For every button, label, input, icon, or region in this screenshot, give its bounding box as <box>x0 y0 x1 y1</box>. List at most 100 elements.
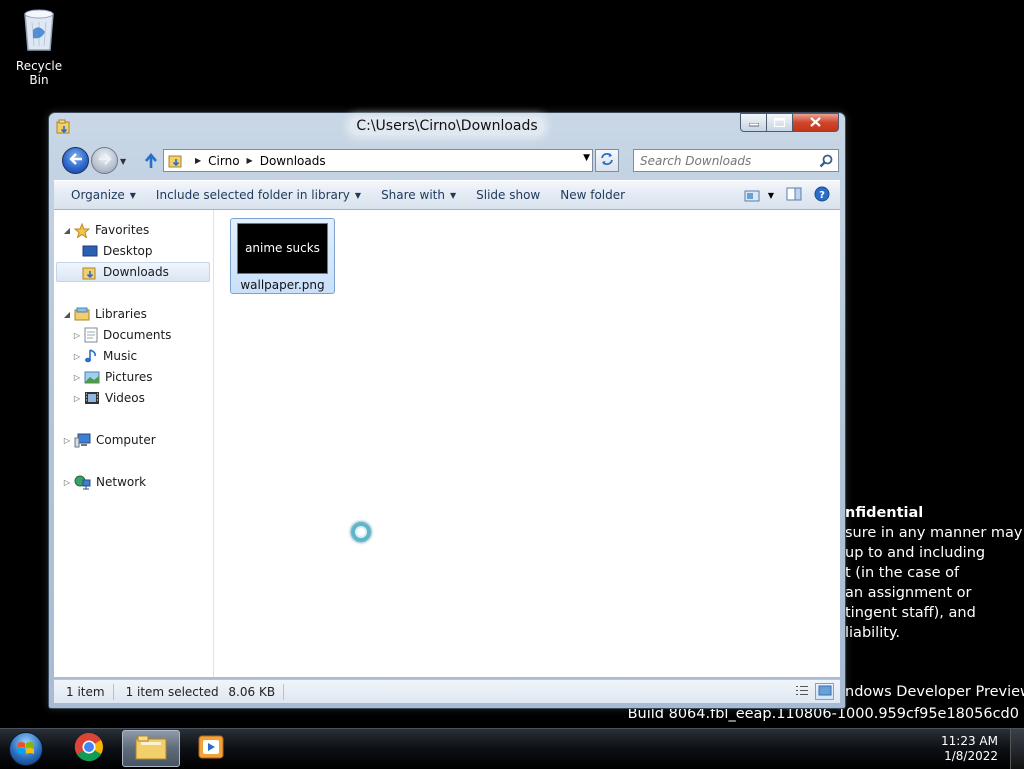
back-button[interactable] <box>62 147 89 174</box>
minimize-button[interactable] <box>740 113 767 132</box>
system-clock[interactable]: 11:23 AM 1/8/2022 <box>941 734 998 764</box>
music-note-icon <box>84 348 98 364</box>
film-icon <box>84 391 100 405</box>
folder-icon <box>134 733 168 764</box>
close-button[interactable] <box>793 113 839 132</box>
file-name: wallpaper.png <box>240 278 325 292</box>
change-view-icon[interactable]: ▼ <box>744 190 774 202</box>
watermark-line: sure in any manner may <box>845 525 1023 541</box>
tree-item-pictures[interactable]: ▷ Pictures <box>72 367 153 387</box>
share-with-button[interactable]: Share with ▼ <box>371 188 466 202</box>
watermark-product: ndows Developer Preview <box>845 684 1024 700</box>
navigation-pane[interactable]: ◢ Favorites Desktop Downloads ◢ Librarie… <box>54 210 214 677</box>
breadcrumb-cirno[interactable]: Cirno <box>208 154 239 168</box>
search-icon[interactable] <box>819 154 833 171</box>
tree-item-music[interactable]: ▷ Music <box>72 346 137 366</box>
clock-date: 1/8/2022 <box>944 749 998 763</box>
recycle-bin-icon <box>20 9 58 55</box>
dropdown-arrow-icon: ▼ <box>354 190 362 200</box>
collapse-triangle-icon[interactable]: ◢ <box>62 310 72 319</box>
share-with-label: Share with <box>381 188 445 202</box>
include-in-library-button[interactable]: Include selected folder in library ▼ <box>146 188 371 202</box>
command-bar: Organize ▼ Include selected folder in lib… <box>54 180 840 210</box>
expand-triangle-icon[interactable]: ▷ <box>72 394 82 403</box>
taskbar-chrome-button[interactable] <box>60 730 118 767</box>
star-icon <box>74 222 90 238</box>
tree-label: Computer <box>96 433 156 447</box>
collapse-triangle-icon[interactable]: ◢ <box>62 226 72 235</box>
expand-triangle-icon[interactable]: ▷ <box>72 352 82 361</box>
maximize-icon <box>773 116 786 130</box>
expand-triangle-icon[interactable]: ▷ <box>62 478 72 487</box>
title-bar[interactable]: C:\Users\Cirno\Downloads <box>49 113 845 141</box>
new-folder-label: New folder <box>560 188 626 202</box>
window-title: C:\Users\Cirno\Downloads <box>350 117 544 135</box>
arrow-left-icon <box>68 153 83 168</box>
confidential-watermark: nfidential sure in any manner may up to … <box>845 503 1024 643</box>
breadcrumb-downloads[interactable]: Downloads <box>260 154 326 168</box>
forward-button[interactable] <box>91 147 118 174</box>
tree-item-favorites[interactable]: ◢ Favorites <box>62 220 149 240</box>
recent-pages-chevron-icon[interactable]: ▼ <box>120 157 126 166</box>
details-view-icon <box>795 685 809 699</box>
help-icon[interactable]: ? <box>814 186 830 205</box>
tree-label: Pictures <box>105 370 153 384</box>
file-list-pane[interactable]: anime sucks wallpaper.png <box>215 210 840 677</box>
slide-show-button[interactable]: Slide show <box>466 188 550 202</box>
tree-label: Documents <box>103 328 172 342</box>
breadcrumb-chevron-icon[interactable]: ▶ <box>247 156 253 165</box>
expand-triangle-icon[interactable]: ▷ <box>62 436 72 445</box>
tree-label: Desktop <box>103 244 153 258</box>
status-item-count: 1 item <box>54 683 114 700</box>
watermark-line: liability. <box>845 625 901 641</box>
maximize-button[interactable] <box>767 113 793 132</box>
clock-time: 11:23 AM <box>941 734 998 748</box>
tree-item-network[interactable]: ▷ Network <box>62 472 146 492</box>
breadcrumb-chevron-icon[interactable]: ▶ <box>195 156 201 165</box>
libraries-icon <box>74 307 90 321</box>
tree-item-documents[interactable]: ▷ Documents <box>72 325 171 345</box>
preview-pane-icon[interactable] <box>786 187 802 204</box>
search-input[interactable] <box>634 150 814 171</box>
organize-label: Organize <box>71 188 125 202</box>
tree-label: Favorites <box>95 223 150 237</box>
dropdown-arrow-icon: ▼ <box>449 190 457 200</box>
new-folder-button[interactable]: New folder <box>550 188 635 202</box>
dropdown-arrow-icon: ▼ <box>129 190 136 200</box>
status-selection-text: 1 item selected <box>125 684 219 699</box>
tree-item-desktop[interactable]: Desktop <box>82 241 210 261</box>
large-icons-view-button[interactable] <box>815 683 834 700</box>
organize-button[interactable]: Organize ▼ <box>61 188 146 202</box>
watermark-line: t (in the case of <box>845 565 960 581</box>
folder-download-icon <box>168 153 184 168</box>
address-bar[interactable]: ▶ Cirno ▶ Downloads ▼ <box>163 149 593 172</box>
include-in-library-label: Include selected folder in library <box>155 188 350 202</box>
watermark-title: nfidential <box>845 505 924 521</box>
pictures-icon <box>84 371 100 384</box>
arrow-right-icon <box>98 153 112 168</box>
tree-item-videos[interactable]: ▷ Videos <box>72 388 145 408</box>
up-arrow-icon[interactable] <box>144 152 158 172</box>
watermark-line: up to and including <box>845 545 986 561</box>
desktop-icon <box>82 245 98 258</box>
tree-item-libraries[interactable]: ◢ Libraries <box>62 304 147 324</box>
navigation-row: ▼ ▶ Cirno ▶ Downloads ▼ <box>49 145 845 177</box>
details-view-button[interactable] <box>792 683 811 700</box>
status-bar: 1 item 1 item selected 8.06 KB <box>54 679 840 703</box>
explorer-window: C:\Users\Cirno\Downloads ▼ ▶ Cirno ▶ Dow… <box>48 112 846 709</box>
address-history-chevron-icon[interactable]: ▼ <box>583 153 590 163</box>
search-box <box>633 149 839 172</box>
content-area: ◢ Favorites Desktop Downloads ◢ Librarie… <box>54 210 840 677</box>
tree-item-computer[interactable]: ▷ Computer <box>62 430 156 450</box>
recycle-bin-desktop-icon[interactable]: Recycle Bin <box>6 6 72 87</box>
refresh-button[interactable] <box>595 149 619 172</box>
tree-item-downloads[interactable]: Downloads <box>56 262 210 282</box>
file-item-wallpaper[interactable]: anime sucks wallpaper.png <box>230 218 335 294</box>
taskbar-media-player-button[interactable] <box>182 730 240 767</box>
expand-triangle-icon[interactable]: ▷ <box>72 331 82 340</box>
taskbar-explorer-button[interactable] <box>122 730 180 767</box>
show-desktop-button[interactable] <box>1010 729 1024 769</box>
start-button[interactable] <box>6 730 46 768</box>
expand-triangle-icon[interactable]: ▷ <box>72 373 82 382</box>
watermark-line: tingent staff), and <box>845 605 976 621</box>
